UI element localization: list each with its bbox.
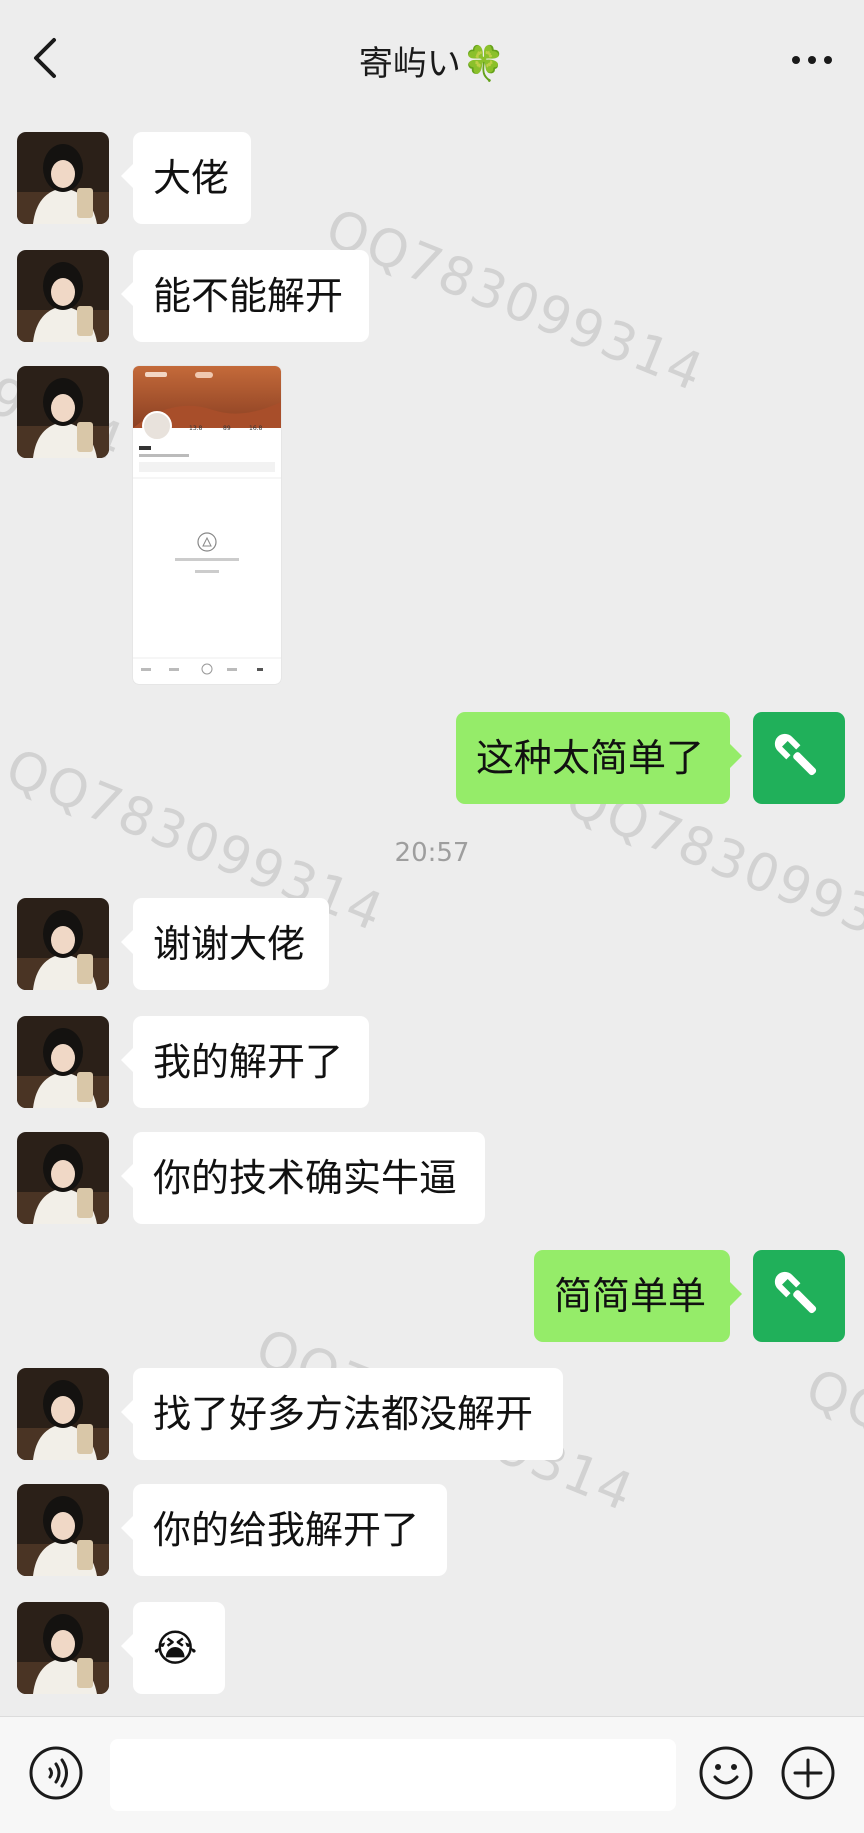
message-bubble[interactable]: 找了好多方法都没解开: [121, 1368, 563, 1460]
input-bar: [0, 1716, 864, 1833]
chat-header: 寄屿い🍀: [0, 0, 864, 118]
self-avatar[interactable]: [753, 712, 845, 804]
message-bubble[interactable]: 能不能解开: [121, 250, 369, 342]
message-bubble[interactable]: 大佬: [121, 132, 251, 224]
message-bubble[interactable]: 我的解开了: [121, 1016, 369, 1108]
message-input[interactable]: [110, 1739, 676, 1811]
contact-avatar[interactable]: [17, 898, 109, 990]
message-bubble[interactable]: 你的技术确实牛逼: [121, 1132, 485, 1224]
voice-icon[interactable]: [28, 1745, 84, 1801]
contact-avatar[interactable]: [17, 250, 109, 342]
svg-text:13.8: 13.8: [189, 425, 203, 432]
emoji-icon[interactable]: [698, 1745, 754, 1801]
message-bubble-emoji[interactable]: 😭: [121, 1602, 225, 1694]
contact-avatar[interactable]: [17, 1016, 109, 1108]
chat-title: 寄屿い🍀: [0, 36, 864, 85]
chat-title-text: 寄屿い: [358, 44, 461, 84]
message-bubble[interactable]: 你的给我解开了: [121, 1484, 447, 1576]
clover-icon: 🍀: [462, 44, 506, 84]
chat-area[interactable]: QQ783099314 QQ783099314 QQ783099314 QQ78…: [0, 118, 864, 1716]
plus-icon[interactable]: [780, 1745, 836, 1801]
message-bubble[interactable]: 简简单单: [534, 1250, 742, 1342]
svg-text:89: 89: [223, 425, 231, 432]
shared-screenshot-image[interactable]: 13.8 89 16.8: [133, 366, 281, 684]
watermark: QQ783099314: [317, 198, 713, 405]
contact-avatar[interactable]: [17, 1368, 109, 1460]
message-bubble[interactable]: 谢谢大佬: [121, 898, 329, 990]
self-avatar[interactable]: [753, 1250, 845, 1342]
svg-text:16.8: 16.8: [249, 425, 263, 432]
contact-avatar[interactable]: [17, 1484, 109, 1576]
wrench-icon: [774, 1271, 817, 1314]
contact-avatar[interactable]: [17, 1602, 109, 1694]
contact-avatar[interactable]: [17, 1132, 109, 1224]
message-bubble[interactable]: 这种太简单了: [456, 712, 742, 804]
timestamp: 20:57: [394, 838, 470, 868]
contact-avatar[interactable]: [17, 366, 109, 458]
more-options-icon[interactable]: [782, 38, 842, 78]
watermark: QQ783099314: [797, 1358, 864, 1565]
wrench-icon: [774, 733, 817, 776]
contact-avatar[interactable]: [17, 132, 109, 224]
